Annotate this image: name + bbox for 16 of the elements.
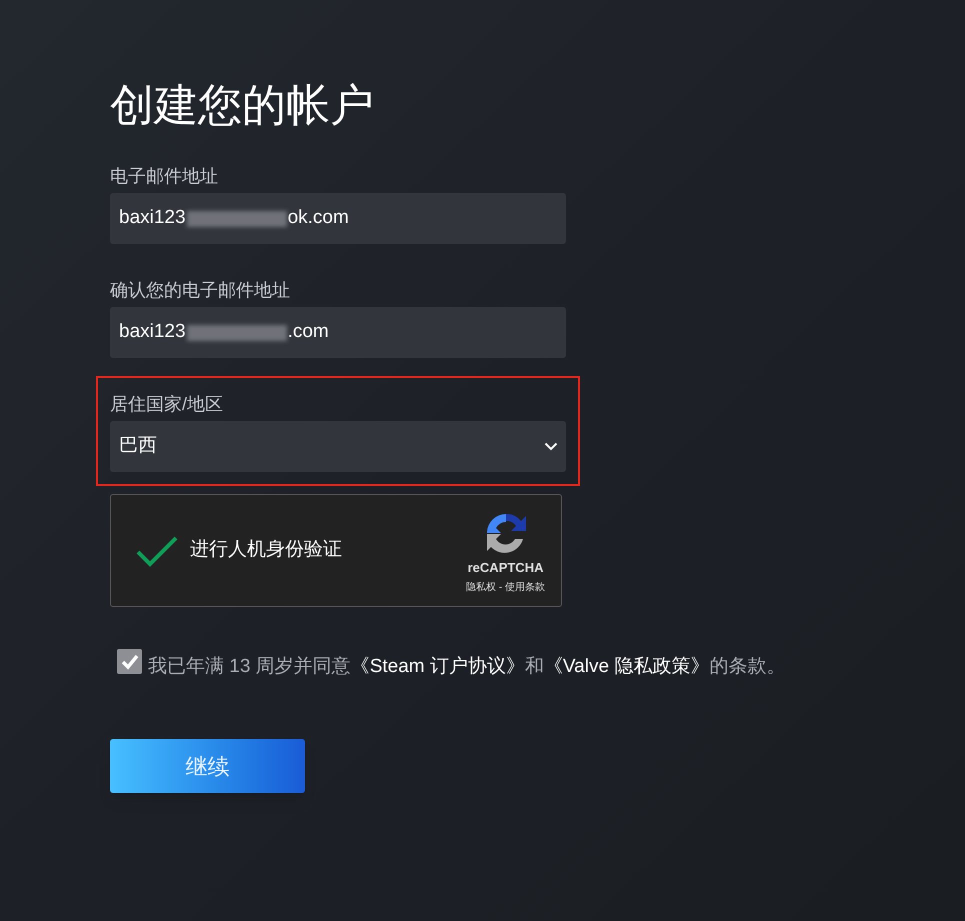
recaptcha-brand: reCAPTCHA: [468, 559, 544, 578]
agree-checkbox[interactable]: [117, 649, 142, 674]
checkmark-icon[interactable]: [136, 534, 178, 566]
field-label: 电子邮件地址: [110, 165, 218, 188]
chevron-down-icon: [544, 442, 558, 451]
country-dropdown[interactable]: 巴西: [110, 421, 566, 472]
agreement-text: 我已年满 13 周岁并同意《Steam 订户协议》和《Valve 隐私政策》的条款。: [148, 655, 786, 679]
agreement-link[interactable]: 《Valve 隐私政策》: [544, 656, 710, 677]
field-label: 确认您的电子邮件地址: [110, 279, 290, 302]
email-input[interactable]: baxi123 ok.com: [110, 193, 566, 244]
captcha-label: 进行人机身份验证: [190, 538, 342, 562]
page-title: 创建您的帐户: [110, 79, 374, 133]
agreement-link[interactable]: 《Steam 订户协议》: [350, 656, 525, 677]
field-label: 居住国家/地区: [110, 393, 224, 416]
email-input[interactable]: baxi123 .com: [110, 307, 566, 358]
captcha-privacy-terms[interactable]: 隐私权 - 使用条款: [466, 580, 545, 595]
